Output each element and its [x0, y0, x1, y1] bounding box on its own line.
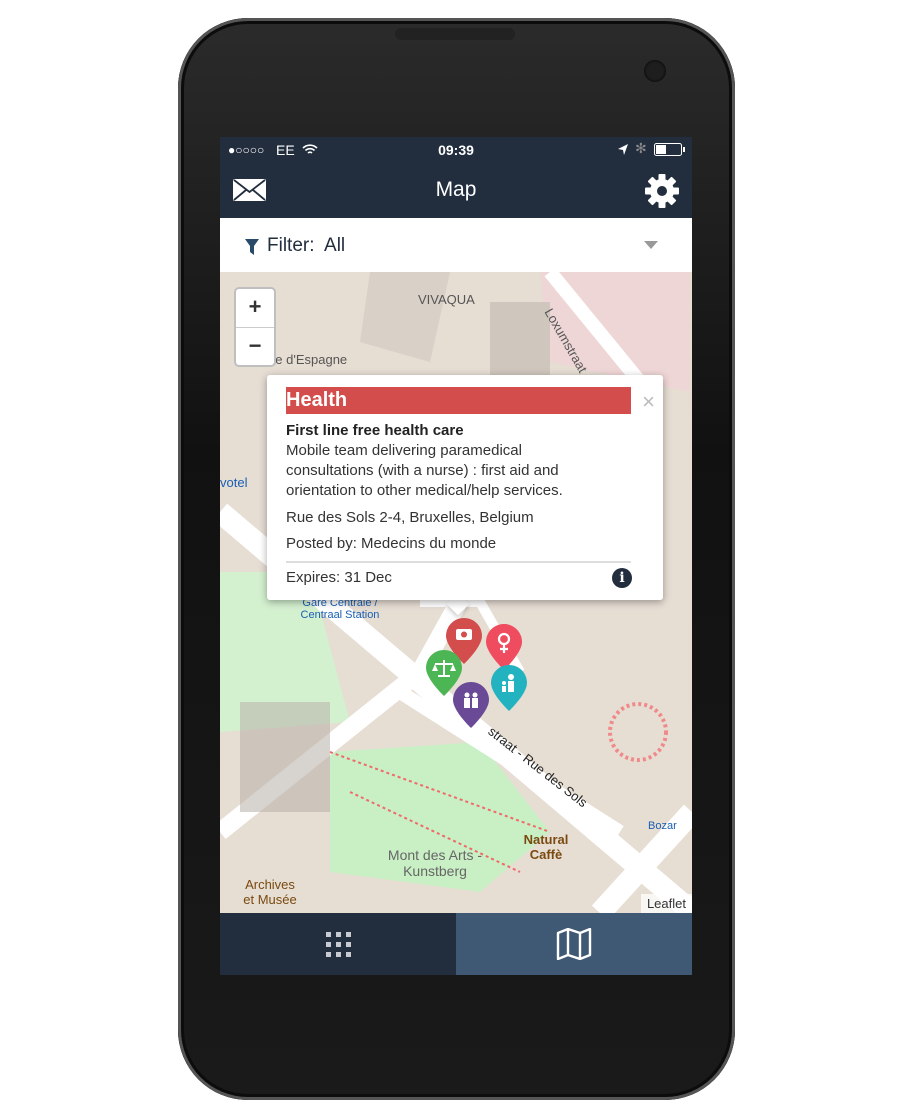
map-label: Mont des Arts - Kunstberg: [387, 847, 483, 879]
map-label: Natural Caffè: [523, 832, 569, 862]
app-screen: ●○○○○ EE 09:39 ✻ Map Filter: All VIVAQUA…: [220, 137, 692, 975]
app-header: Map: [220, 162, 692, 218]
map-label: Archives et Musée: [243, 877, 297, 907]
tab-list[interactable]: [220, 913, 456, 975]
popup-title: First line free health care: [286, 422, 464, 439]
bottom-tab-bar: [220, 913, 692, 975]
popup-expires: Expires: 31 Dec: [286, 569, 392, 586]
map-label: votel: [220, 475, 248, 490]
close-icon[interactable]: ×: [642, 389, 655, 415]
popup-description: Mobile team delivering paramedical consu…: [286, 442, 563, 499]
popup-divider: [286, 561, 631, 563]
filter-funnel-icon: [245, 239, 259, 255]
location-arrow-icon: [618, 144, 628, 155]
battery-icon: [654, 143, 685, 156]
info-icon[interactable]: i: [612, 568, 632, 588]
popup-posted-by: Posted by: Medecins du monde: [286, 535, 497, 552]
filter-dropdown[interactable]: Filter: All: [220, 218, 692, 272]
page-title: Map: [435, 178, 477, 201]
service-popup: Health × First line free health care Mob…: [267, 375, 663, 600]
status-bar: ●○○○○ EE 09:39 ✻: [220, 137, 692, 162]
filter-value: All: [324, 235, 346, 256]
bluetooth-icon: ✻: [635, 140, 647, 156]
phone-camera: [644, 60, 666, 82]
leaflet-attribution[interactable]: Leaflet: [640, 894, 692, 913]
gear-icon[interactable]: [644, 173, 680, 209]
map-icon: [556, 928, 592, 960]
phone-speaker: [395, 28, 515, 40]
zoom-in-button[interactable]: +: [236, 289, 274, 328]
tab-map[interactable]: [456, 913, 692, 975]
grid-icon: [326, 932, 351, 957]
map-label: VIVAQUA: [418, 292, 475, 307]
zoom-control: + −: [234, 287, 276, 367]
filter-label: Filter: All: [267, 235, 346, 256]
popup-category: Health: [286, 387, 631, 414]
map-label: Bozar: [648, 820, 677, 832]
map-label: Gare Centrale / Centraal Station: [300, 597, 380, 621]
popup-address: Rue des Sols 2-4, Bruxelles, Belgium: [286, 509, 534, 526]
map-view[interactable]: VIVAQUA Loxumstraat Place d'Espagne vote…: [220, 272, 692, 913]
zoom-out-button[interactable]: −: [236, 328, 274, 366]
chevron-down-icon: [644, 241, 658, 249]
